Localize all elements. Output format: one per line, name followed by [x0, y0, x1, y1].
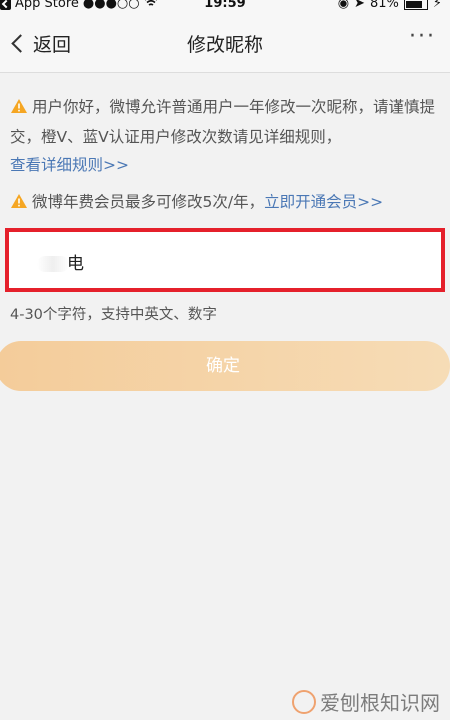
notice-2-text: 微博年费会员最多可修改5次/年，: [32, 193, 265, 211]
watermark-text: 爱刨根知识网: [320, 691, 440, 715]
nav-bar: 返回 修改昵称 ···: [0, 14, 450, 73]
charging-icon: ⚡: [432, 0, 442, 11]
location-icon: ➤: [354, 0, 365, 11]
nickname-input[interactable]: [29, 246, 449, 276]
watermark: 爱刨根知识网: [292, 687, 440, 716]
battery-percent: 81%: [369, 0, 399, 11]
membership-notice: 微博年费会员最多可修改5次/年，立即开通会员>>: [10, 188, 438, 218]
open-membership-link[interactable]: 立即开通会员>>: [264, 193, 383, 211]
notice-1-text: 用户你好，微博允许普通用户一年修改一次昵称，请谨慎提交，橙V、蓝V认证用户修改次…: [10, 98, 436, 146]
more-button[interactable]: ···: [409, 24, 436, 49]
watermark-logo-icon: [292, 690, 316, 714]
view-rules-link[interactable]: 查看详细规则>>: [10, 156, 129, 174]
nickname-input-box: [5, 228, 449, 292]
warning-icon: [10, 190, 28, 218]
page-title: 修改昵称: [186, 34, 263, 56]
status-bar: App Store ●●●○○ 19:59 ◉ ➤ 81% ⚡: [0, 0, 450, 14]
nickname-hint: 4-30个字符，支持中英文、数字: [10, 307, 217, 323]
nickname-rule-notice: 用户你好，微博允许普通用户一年修改一次昵称，请谨慎提交，橙V、蓝V认证用户修改次…: [10, 93, 438, 179]
confirm-button[interactable]: 确定: [0, 341, 450, 391]
status-right: ◉ ➤ 81% ⚡: [338, 0, 442, 11]
lock-rotation-icon: ◉: [337, 0, 350, 11]
battery-icon: [403, 0, 428, 10]
warning-icon: [10, 95, 28, 123]
